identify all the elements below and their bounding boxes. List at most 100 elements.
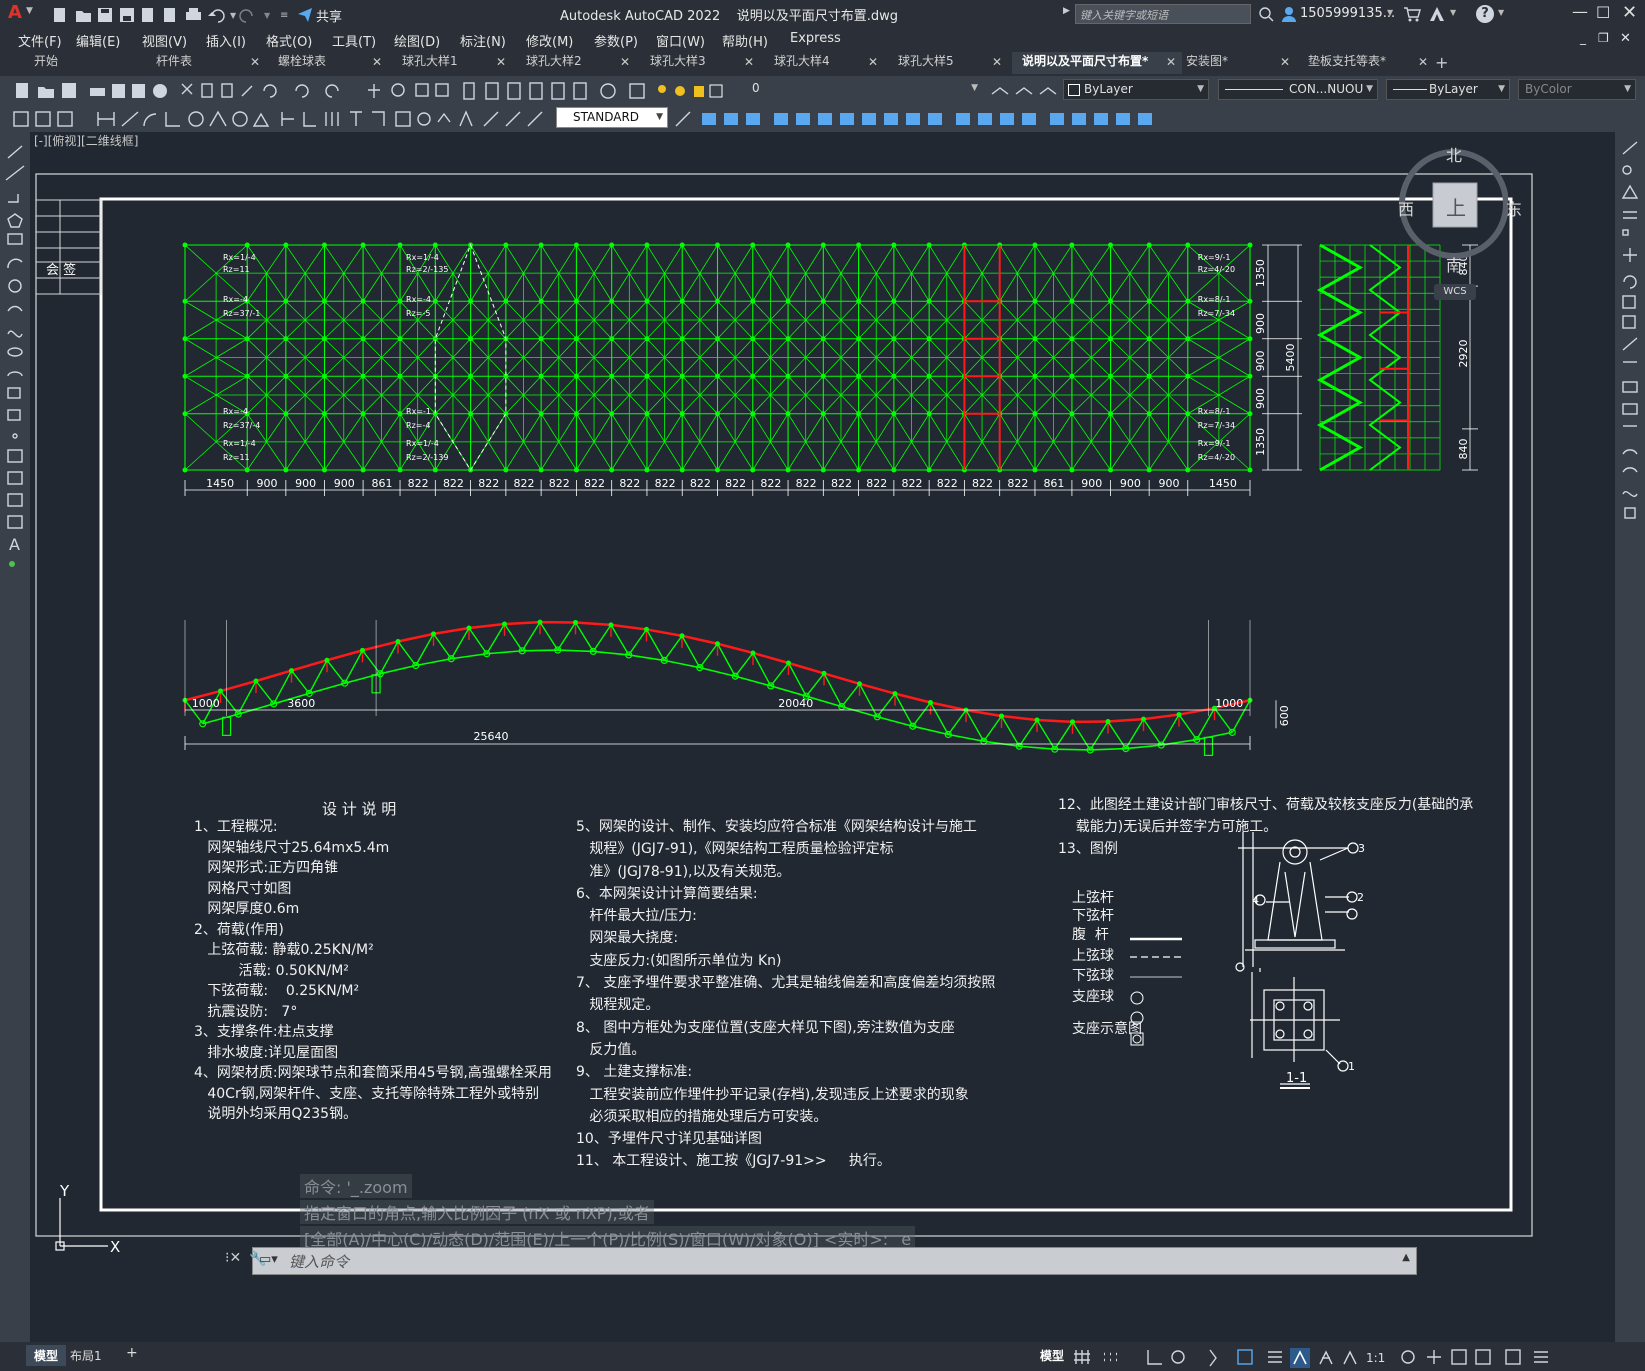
subtract-icon[interactable] xyxy=(956,113,970,125)
viewcube-west[interactable]: 西 xyxy=(1398,196,1414,220)
3d-rotate-icon[interactable] xyxy=(1116,113,1130,125)
stretch-icon[interactable] xyxy=(1622,315,1636,329)
dim-style-icon[interactable] xyxy=(675,111,691,127)
tab-ball-hole-5[interactable]: 球孔大样5 ✕ xyxy=(888,52,1008,74)
mirror-icon[interactable] xyxy=(1621,184,1639,199)
torus-icon[interactable] xyxy=(818,113,832,125)
model-tab[interactable]: 模型 xyxy=(26,1345,67,1366)
line-icon[interactable] xyxy=(7,145,23,159)
markup-icon[interactable] xyxy=(551,82,565,100)
radius-icon[interactable] xyxy=(188,111,204,127)
command-expand-icon[interactable]: ▲ xyxy=(1402,1252,1410,1263)
customization-icon[interactable] xyxy=(1534,1351,1548,1363)
extract-edges-icon[interactable] xyxy=(1050,113,1064,125)
angular-icon[interactable] xyxy=(252,112,270,127)
search-expand-icon[interactable]: ▶ xyxy=(1063,6,1070,16)
insert-block-icon[interactable] xyxy=(7,387,21,399)
zoom-previous-icon[interactable] xyxy=(435,83,449,97)
array-icon[interactable] xyxy=(1622,229,1629,236)
slice-icon[interactable] xyxy=(1000,113,1014,125)
circle-icon[interactable] xyxy=(8,279,22,293)
scale-icon[interactable] xyxy=(1622,295,1636,309)
menu-edit[interactable]: 编辑(E) xyxy=(76,31,120,50)
extrude-icon[interactable] xyxy=(840,113,854,125)
pan-icon[interactable] xyxy=(368,84,380,98)
annotation-scale-value[interactable]: 1:1 xyxy=(1366,1351,1385,1365)
sheet-set-icon[interactable] xyxy=(529,82,543,100)
units-icon[interactable] xyxy=(1451,1349,1467,1365)
wcs-menu[interactable]: WCS xyxy=(1434,284,1476,300)
tab-ball-hole-1[interactable]: 球孔大样1 ✕ xyxy=(392,52,512,74)
cart-icon[interactable] xyxy=(1403,6,1421,22)
app-menu-caret[interactable]: ▼ xyxy=(26,6,33,16)
command-close-icon[interactable]: ⁝✕ xyxy=(225,1250,241,1266)
tab-rod-table[interactable]: 杆件表 ✕ xyxy=(146,52,266,74)
block-editor-icon[interactable] xyxy=(263,84,277,98)
command-line[interactable]: ⁝✕ 🔧 ▭▾ 键入命令 ▲ xyxy=(225,1247,1417,1275)
cone-icon[interactable] xyxy=(746,113,760,125)
menu-window[interactable]: 窗口(W) xyxy=(656,31,705,50)
tab-pad-bracket-table[interactable]: 垫板支托等表* ✕ xyxy=(1298,52,1434,74)
tab-install-drawing[interactable]: 安装图* ✕ xyxy=(1176,52,1296,74)
3d-dwf-icon[interactable] xyxy=(153,84,167,98)
dim-update-icon[interactable] xyxy=(527,111,543,127)
explode-icon[interactable] xyxy=(1622,491,1638,497)
autodesk-account-icon[interactable] xyxy=(1428,5,1446,23)
jogged-linear-icon[interactable] xyxy=(459,110,473,127)
rectangle-icon[interactable] xyxy=(7,233,23,245)
tab-close-icon[interactable]: ✕ xyxy=(868,55,878,69)
match-properties-icon[interactable] xyxy=(241,85,253,97)
doc-restore-button[interactable]: ❐ xyxy=(1598,31,1609,45)
inspect-icon[interactable] xyxy=(437,112,451,123)
account-caret[interactable]: ▼ xyxy=(1450,8,1456,17)
ellipse-icon[interactable] xyxy=(7,347,23,357)
share-button[interactable]: 共享 xyxy=(316,6,342,25)
copy-icon[interactable] xyxy=(201,83,213,98)
help-icon[interactable]: ? xyxy=(1476,5,1494,23)
presspull-icon[interactable] xyxy=(1072,113,1086,125)
jogged-icon[interactable] xyxy=(209,110,227,127)
edit-polyline-icon[interactable] xyxy=(1624,507,1636,519)
loft-icon[interactable] xyxy=(906,113,920,125)
copy-object-icon[interactable] xyxy=(1622,165,1632,175)
table-icon[interactable] xyxy=(7,515,23,529)
annotation-scale-icon[interactable] xyxy=(1343,1350,1357,1365)
annotation-monitor-icon[interactable] xyxy=(1427,1350,1441,1364)
tab-close-icon[interactable]: ✕ xyxy=(1166,55,1176,69)
clean-screen-icon[interactable] xyxy=(1505,1349,1521,1365)
ortho-icon[interactable] xyxy=(1147,1350,1162,1365)
drawing-canvas[interactable]: [-][俯视][二维线框] 会 签 Rx=1/-4 Rz=11 Rx=-4 Rz=37… xyxy=(30,132,1615,1342)
tab-close-icon[interactable]: ✕ xyxy=(1280,55,1290,69)
properties-icon[interactable] xyxy=(463,82,475,100)
user-caret[interactable]: ▼ xyxy=(1387,8,1393,17)
join-icon[interactable] xyxy=(1622,403,1638,415)
hatch-icon[interactable] xyxy=(7,449,23,463)
autocad-logo[interactable]: A xyxy=(8,2,22,23)
tab-close-icon[interactable]: ✕ xyxy=(372,55,382,69)
intersect-icon[interactable] xyxy=(978,113,992,125)
new-tab-button[interactable]: + xyxy=(1435,53,1448,72)
plotstyle-dropdown[interactable]: ByColor ▼ xyxy=(1518,79,1636,100)
new-icon[interactable] xyxy=(54,8,65,22)
menu-file[interactable]: 文件(F) xyxy=(18,31,62,50)
undo-icon[interactable] xyxy=(295,84,309,98)
add-layout-button[interactable]: + xyxy=(126,1345,138,1361)
offset-icon[interactable] xyxy=(1623,211,1637,219)
tab-start[interactable]: 开始 xyxy=(24,52,144,74)
box-icon[interactable] xyxy=(702,113,716,125)
viewcube-south[interactable]: 南 xyxy=(1446,252,1462,276)
baseline-icon[interactable] xyxy=(303,112,316,127)
redo-icon[interactable] xyxy=(325,84,339,98)
menu-format[interactable]: 格式(O) xyxy=(266,31,312,50)
break-icon[interactable] xyxy=(1622,381,1638,393)
named-ucs-icon[interactable] xyxy=(35,111,51,127)
menu-tools[interactable]: 工具(T) xyxy=(332,31,376,50)
maximize-button[interactable]: ☐ xyxy=(1596,3,1610,22)
menu-parametric[interactable]: 参数(P) xyxy=(594,31,638,50)
search-box[interactable]: 键入关键字或短语 xyxy=(1075,4,1251,24)
osnap-tracking-icon[interactable] xyxy=(1209,1349,1217,1367)
linear-dim-icon[interactable] xyxy=(97,112,115,126)
close-button[interactable]: ✕ xyxy=(1622,2,1637,23)
plot-icon[interactable] xyxy=(90,88,105,96)
tab-ball-hole-4[interactable]: 球孔大样4 ✕ xyxy=(764,52,884,74)
